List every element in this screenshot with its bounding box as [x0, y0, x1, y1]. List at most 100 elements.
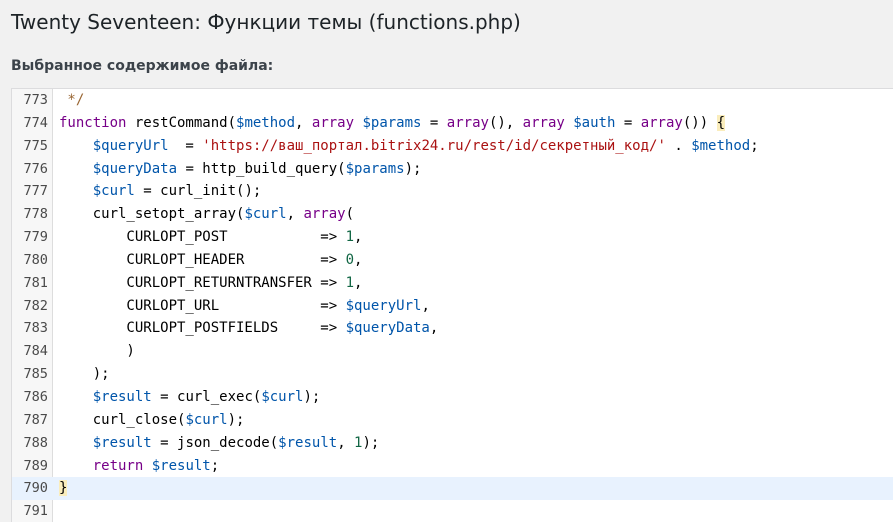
code-token-plain: ,	[354, 251, 363, 268]
code-line[interactable]: 779 CURLOPT_POST => 1,	[12, 226, 893, 249]
code-text[interactable]: return $result;	[59, 455, 219, 478]
code-token-plain: =	[615, 114, 641, 131]
code-line[interactable]: 791	[12, 500, 893, 522]
code-token-plain: ,	[286, 206, 304, 223]
code-text[interactable]: CURLOPT_POSTFIELDS => $queryData,	[59, 317, 438, 340]
code-token-number: 1	[345, 274, 355, 291]
code-token-plain: ())	[682, 114, 717, 131]
code-line[interactable]: 780 CURLOPT_HEADER => 0,	[12, 249, 893, 272]
line-number: 783	[23, 320, 48, 337]
code-text[interactable]: $result = curl_exec($curl);	[59, 386, 321, 409]
code-line[interactable]: 790}	[12, 477, 893, 501]
code-token-plain: CURLOPT_POST =>	[59, 229, 346, 246]
code-line[interactable]: 782 CURLOPT_URL => $queryUrl,	[12, 295, 893, 318]
code-text[interactable]: );	[59, 363, 110, 386]
code-line[interactable]: 775 $queryUrl = 'https://ваш_портал.bitr…	[12, 135, 893, 158]
code-token-plain: .	[665, 137, 692, 154]
code-line[interactable]: 773 */	[12, 89, 893, 112]
code-token-keyword: array	[303, 206, 346, 223]
code-token-plain: ,	[337, 434, 355, 451]
code-token-plain: CURLOPT_RETURNTRANSFER =>	[59, 274, 346, 291]
code-token-plain: ,	[421, 297, 430, 314]
code-text[interactable]: $curl = curl_init();	[59, 180, 262, 203]
code-token-variable: $result	[151, 457, 211, 474]
code-token-plain: (	[345, 206, 355, 223]
code-line[interactable]: 785 );	[12, 363, 893, 386]
code-token-plain: =	[421, 114, 447, 131]
code-line[interactable]: 778 curl_setopt_array($curl, array(	[12, 203, 893, 226]
code-line[interactable]: 786 $result = curl_exec($curl);	[12, 386, 893, 409]
code-token-variable: $queryData	[92, 160, 178, 177]
line-number: 777	[23, 183, 48, 200]
code-text[interactable]: */	[59, 89, 84, 112]
code-token-keyword: array	[311, 114, 363, 131]
code-text[interactable]: $queryData = http_build_query($params);	[59, 158, 422, 181]
code-text[interactable]: CURLOPT_HEADER => 0,	[59, 249, 362, 272]
code-token-plain: );	[303, 388, 321, 405]
code-token-plain: = curl_init();	[134, 183, 262, 200]
code-token-plain: =	[168, 137, 203, 154]
code-token-variable: $auth	[573, 114, 616, 131]
line-number: 774	[23, 114, 48, 131]
code-token-variable: $curl	[261, 388, 304, 405]
code-token-plain: CURLOPT_POSTFIELDS =>	[59, 320, 346, 337]
code-token-variable: $queryUrl	[92, 137, 169, 154]
code-token-variable: $method	[691, 137, 751, 154]
code-line[interactable]: 776 $queryData = http_build_query($param…	[12, 158, 893, 181]
code-token-variable: $curl	[92, 183, 135, 200]
line-number: 776	[23, 160, 48, 177]
line-number: 789	[23, 457, 48, 474]
code-text[interactable]: CURLOPT_URL => $queryUrl,	[59, 295, 430, 318]
code-token-plain: ,	[354, 229, 363, 246]
code-token-keyword: function	[59, 114, 135, 131]
line-number: 780	[23, 251, 48, 268]
code-text[interactable]: function restCommand($method, array $par…	[59, 112, 725, 135]
code-token-plain: ;	[210, 457, 220, 474]
line-number: 779	[23, 229, 48, 246]
line-number: 786	[23, 388, 48, 405]
line-number: 778	[23, 206, 48, 223]
code-line[interactable]: 781 CURLOPT_RETURNTRANSFER => 1,	[12, 272, 893, 295]
code-token-variable: $params	[345, 160, 405, 177]
code-token-number: 1	[345, 229, 355, 246]
code-text[interactable]: CURLOPT_RETURNTRANSFER => 1,	[59, 272, 362, 295]
code-token-variable: $queryData	[345, 320, 430, 337]
code-token-plain: = json_decode(	[151, 434, 279, 451]
code-text[interactable]: }	[59, 477, 68, 500]
code-line[interactable]: 787 curl_close($curl);	[12, 409, 893, 432]
code-text[interactable]: CURLOPT_POST => 1,	[59, 226, 362, 249]
code-text[interactable]: curl_close($curl);	[59, 409, 245, 432]
code-line[interactable]: 777 $curl = curl_init();	[12, 180, 893, 203]
code-text[interactable]: curl_setopt_array($curl, array(	[59, 203, 354, 226]
code-token-variable: $result	[92, 388, 152, 405]
code-line[interactable]: 784 )	[12, 340, 893, 363]
code-token-keyword: array	[446, 114, 489, 131]
code-token-variable: $queryUrl	[345, 297, 422, 314]
line-number: 775	[23, 137, 48, 154]
code-lines[interactable]: 773 */ 774 function restCommand($method, a…	[12, 89, 893, 522]
code-line[interactable]: 783 CURLOPT_POSTFIELDS => $queryData,	[12, 317, 893, 340]
code-token-plain: );	[227, 411, 245, 428]
line-number: 785	[23, 366, 48, 383]
code-token-plain: curl_close(	[59, 411, 186, 428]
code-text[interactable]: $result = json_decode($result, 1);	[59, 432, 380, 455]
code-token-plain: (),	[488, 114, 523, 131]
code-token-variable: $result	[92, 434, 152, 451]
code-token-keyword: array	[522, 114, 574, 131]
code-text[interactable]: $queryUrl = 'https://ваш_портал.bitrix24…	[59, 135, 759, 158]
code-text[interactable]: )	[59, 340, 135, 363]
code-line[interactable]: 789 return $result;	[12, 455, 893, 478]
code-token-plain: ,	[354, 274, 363, 291]
code-token-plain: )	[59, 343, 135, 360]
page-title: Twenty Seventeen: Функции темы (function…	[11, 10, 521, 34]
line-number: 788	[23, 434, 48, 451]
code-editor[interactable]: 773 */ 774 function restCommand($method, a…	[11, 88, 893, 522]
code-line[interactable]: 774 function restCommand($method, array $…	[12, 112, 893, 135]
code-token-bracket-match: }	[59, 480, 68, 497]
code-token-variable: $curl	[185, 411, 228, 428]
code-line[interactable]: 788 $result = json_decode($result, 1);	[12, 432, 893, 455]
